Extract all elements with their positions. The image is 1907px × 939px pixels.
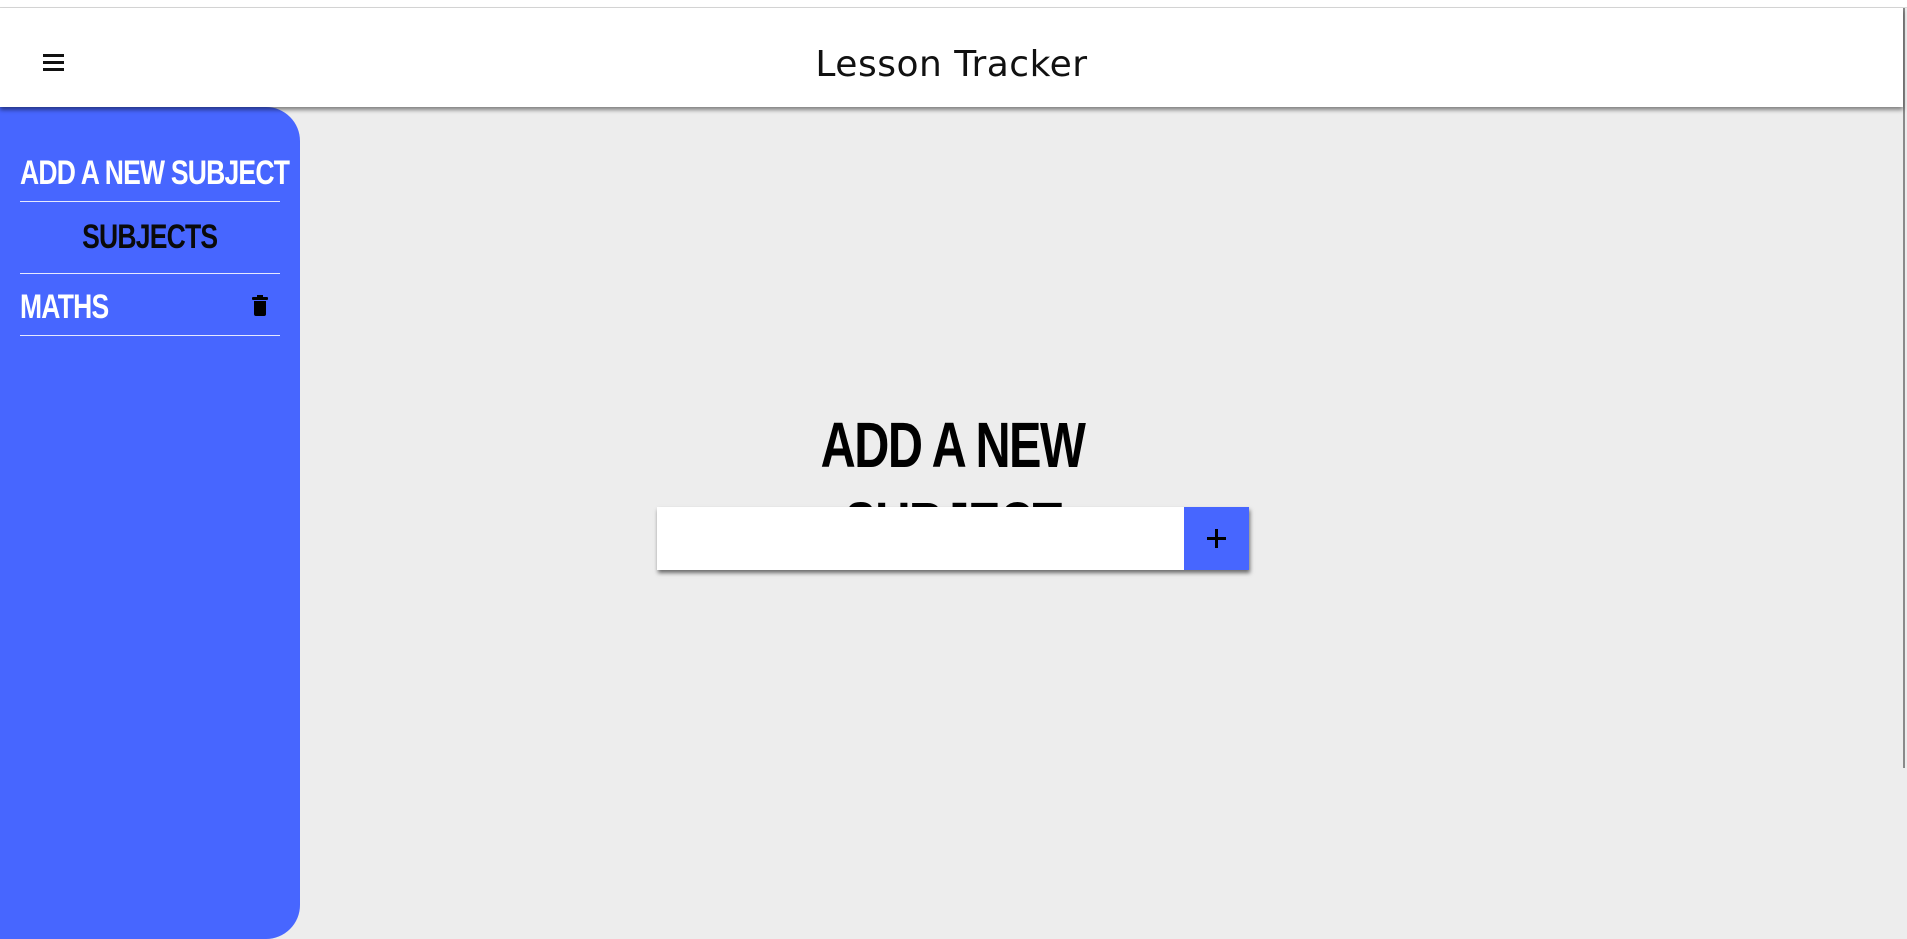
- sidebar-add-new-subject-link[interactable]: ADD A NEW SUBJECT: [20, 145, 290, 202]
- subject-name: MATHS: [20, 288, 109, 326]
- sidebar-add-new-subject-label: ADD A NEW SUBJECT: [20, 154, 290, 192]
- scrollbar[interactable]: [1903, 8, 1905, 768]
- window-top-edge: [0, 0, 1907, 8]
- app-header: Lesson Tracker: [0, 8, 1903, 107]
- subjects-heading-label: SUBJECTS: [82, 218, 218, 256]
- add-subject-button[interactable]: [1184, 507, 1249, 570]
- sidebar: ADD A NEW SUBJECT SUBJECTS MATHS: [0, 107, 300, 939]
- subject-name-input[interactable]: [657, 507, 1184, 570]
- sidebar-subjects-heading: SUBJECTS: [20, 207, 280, 274]
- trash-icon[interactable]: [250, 295, 270, 321]
- app-title: Lesson Tracker: [815, 44, 1088, 85]
- plus-icon: [1207, 529, 1226, 548]
- sidebar-item-maths[interactable]: MATHS: [20, 275, 280, 336]
- add-subject-form: [657, 507, 1249, 570]
